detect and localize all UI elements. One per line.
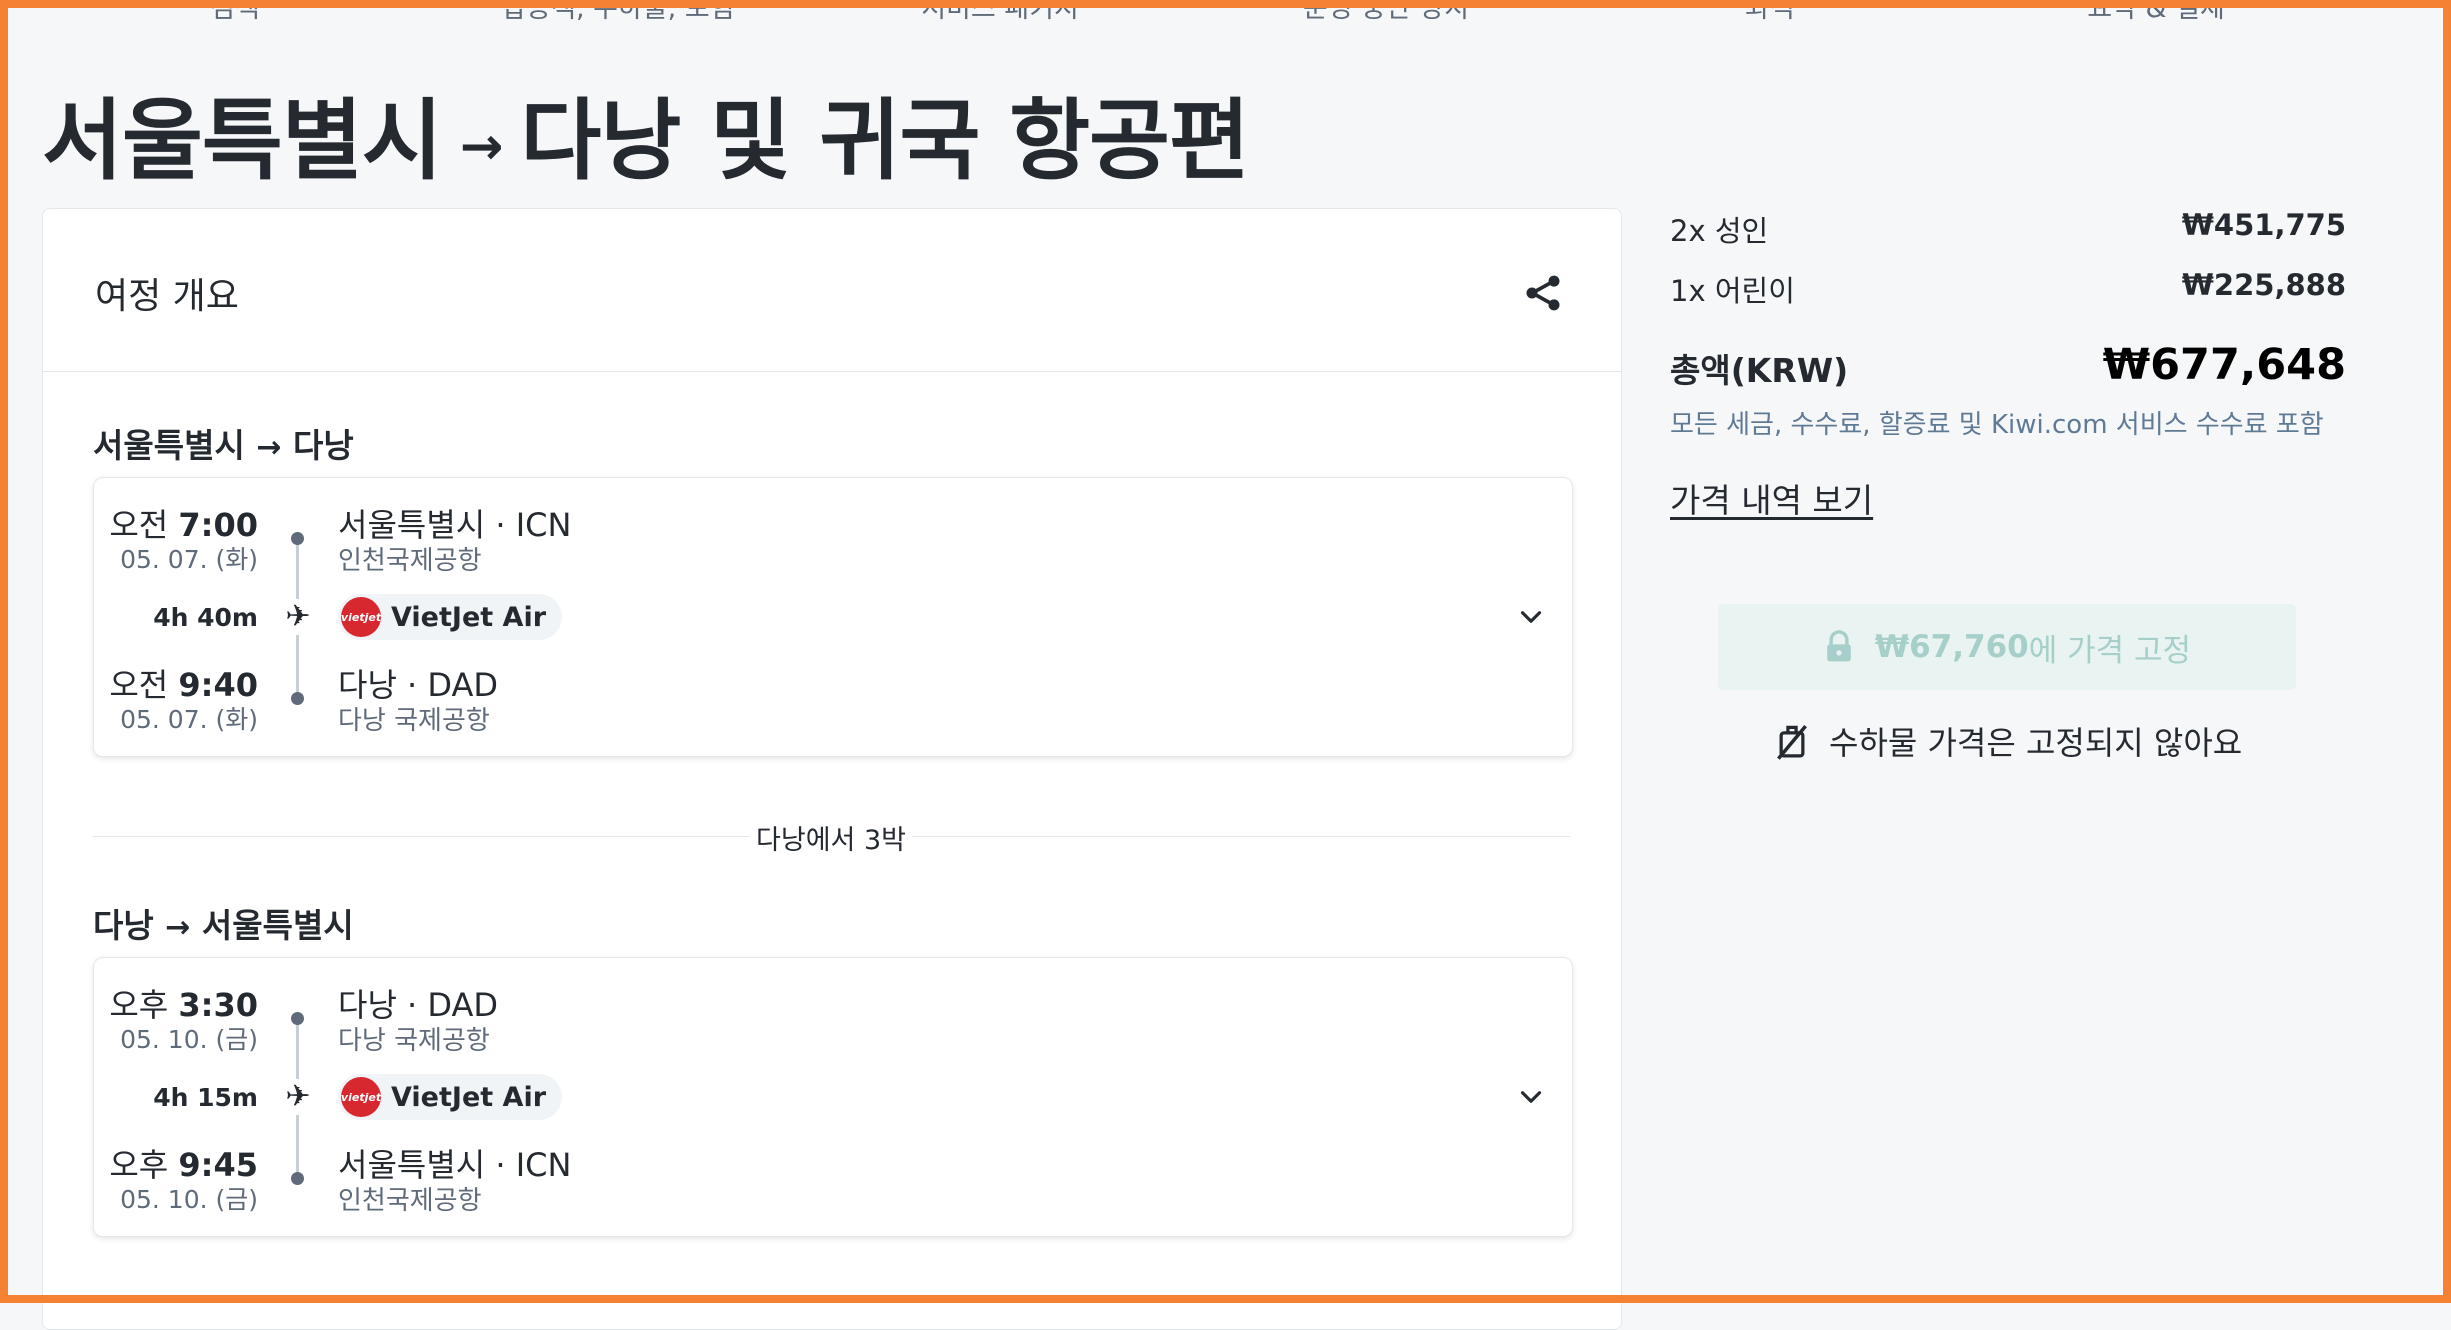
- checkout-steps: 검색 탑승객, 수하물, 보험 서비스 패키지 운영 중단 방지 좌석 요약 &…: [0, 0, 2451, 26]
- chevron-down-icon[interactable]: [1514, 600, 1548, 634]
- price-breakdown-link[interactable]: 가격 내역 보기: [1670, 474, 1873, 522]
- timeline-arrival-dot: [291, 1172, 304, 1185]
- carrier-name: VietJet Air: [391, 601, 547, 633]
- total-note: 모든 세금, 수수료, 할증료 및 Kiwi.com 서비스 수수료 포함: [1670, 410, 2324, 440]
- itinerary-header: 여정 개요: [43, 209, 1621, 372]
- timeline-departure-dot: [291, 1012, 304, 1025]
- lock-icon: [1827, 630, 1851, 662]
- departure-airport: 인천국제공항: [338, 546, 482, 576]
- flight-duration: 4h 40m: [153, 603, 258, 632]
- arrival-period: 오전: [109, 666, 169, 704]
- leg-arrow: →: [256, 430, 282, 465]
- leg-from: 서울특별시: [93, 426, 245, 465]
- leg-arrow: →: [165, 910, 191, 945]
- departure-period: 오전: [109, 506, 169, 544]
- children-price: ₩225,888: [2181, 268, 2346, 302]
- no-baggage-icon: [1777, 724, 1807, 760]
- airplane-icon: ✈: [280, 599, 316, 635]
- departure-period: 오후: [109, 986, 169, 1024]
- arrival-airport: 다낭 국제공항: [338, 706, 490, 736]
- leg-heading-return: 다낭 → 서울특별시: [93, 899, 354, 947]
- children-label: 1x 어린이: [1670, 274, 1795, 308]
- departure-clock: 3:30: [178, 986, 258, 1024]
- departure-date: 05. 07. (화): [120, 545, 258, 574]
- lock-suffix: 에 가격 고정: [2028, 632, 2192, 669]
- itinerary-card: 여정 개요 서울특별시 → 다낭 오전 7:00 05. 07. (화) 4h …: [42, 208, 1622, 1330]
- adults-label: 2x 성인: [1670, 214, 1769, 248]
- total-price: ₩677,648: [2102, 340, 2346, 390]
- arrival-period: 오후: [109, 1146, 169, 1184]
- carrier-name: VietJet Air: [391, 1081, 547, 1113]
- leg-heading-outbound: 서울특별시 → 다낭: [93, 419, 354, 467]
- timeline-arrival-dot: [291, 692, 304, 705]
- flight-segment-outbound[interactable]: 오전 7:00 05. 07. (화) 4h 40m 오전 9:40 05. 0…: [93, 477, 1573, 757]
- arrival-date: 05. 10. (금): [120, 1185, 258, 1214]
- departure-date: 05. 10. (금): [120, 1025, 258, 1054]
- title-destination: 다낭 및 귀국 항공편: [520, 89, 1250, 192]
- lock-amount: ₩67,760: [1874, 629, 2029, 665]
- vietjet-logo-icon: vietjet: [341, 1077, 381, 1117]
- title-origin: 서울특별시: [42, 89, 443, 192]
- step-passengers[interactable]: 탑승객, 수하물, 보험: [501, 0, 734, 25]
- step-summary-payment[interactable]: 요약 & 결제: [2087, 0, 2225, 25]
- title-arrow: →: [459, 117, 504, 178]
- flight-duration: 4h 15m: [153, 1083, 258, 1112]
- carrier-badge: vietjet VietJet Air: [338, 1074, 563, 1120]
- baggage-note-text: 수하물 가격은 고정되지 않아요: [1829, 724, 2243, 762]
- arrival-clock: 9:40: [178, 666, 258, 704]
- stay-divider: [92, 836, 1570, 837]
- leg-to: 서울특별시: [201, 906, 354, 945]
- vietjet-logo-icon: vietjet: [341, 597, 381, 637]
- step-search[interactable]: 검색: [210, 0, 260, 25]
- leg-from: 다낭: [93, 906, 154, 945]
- adults-price: ₩451,775: [2181, 208, 2346, 242]
- arrival-date: 05. 07. (화): [120, 705, 258, 734]
- baggage-note: 수하물 가격은 고정되지 않아요: [1775, 718, 2242, 764]
- airplane-icon: ✈: [280, 1079, 316, 1115]
- departure-airport: 다낭 국제공항: [338, 1026, 490, 1056]
- chevron-down-icon[interactable]: [1514, 1080, 1548, 1114]
- step-seats[interactable]: 좌석: [1745, 0, 1795, 25]
- total-label: 총액(KRW): [1670, 351, 1849, 390]
- page-title: 서울특별시 → 다낭 및 귀국 항공편: [42, 70, 1250, 197]
- leg-to: 다낭: [292, 426, 354, 465]
- arrival-airport: 인천국제공항: [338, 1186, 482, 1216]
- departure-clock: 7:00: [178, 506, 258, 544]
- arrival-clock: 9:45: [178, 1146, 258, 1184]
- timeline-departure-dot: [291, 532, 304, 545]
- share-icon[interactable]: [1521, 271, 1565, 315]
- price-lock-button[interactable]: ₩67,760 에 가격 고정: [1718, 604, 2296, 690]
- step-service-package[interactable]: 서비스 패키지: [921, 0, 1079, 25]
- itinerary-title: 여정 개요: [95, 276, 239, 317]
- carrier-badge: vietjet VietJet Air: [338, 594, 563, 640]
- step-disruption-protection[interactable]: 운영 중단 방지: [1303, 0, 1469, 25]
- flight-segment-return[interactable]: 오후 3:30 05. 10. (금) 4h 15m 오후 9:45 05. 1…: [93, 957, 1573, 1237]
